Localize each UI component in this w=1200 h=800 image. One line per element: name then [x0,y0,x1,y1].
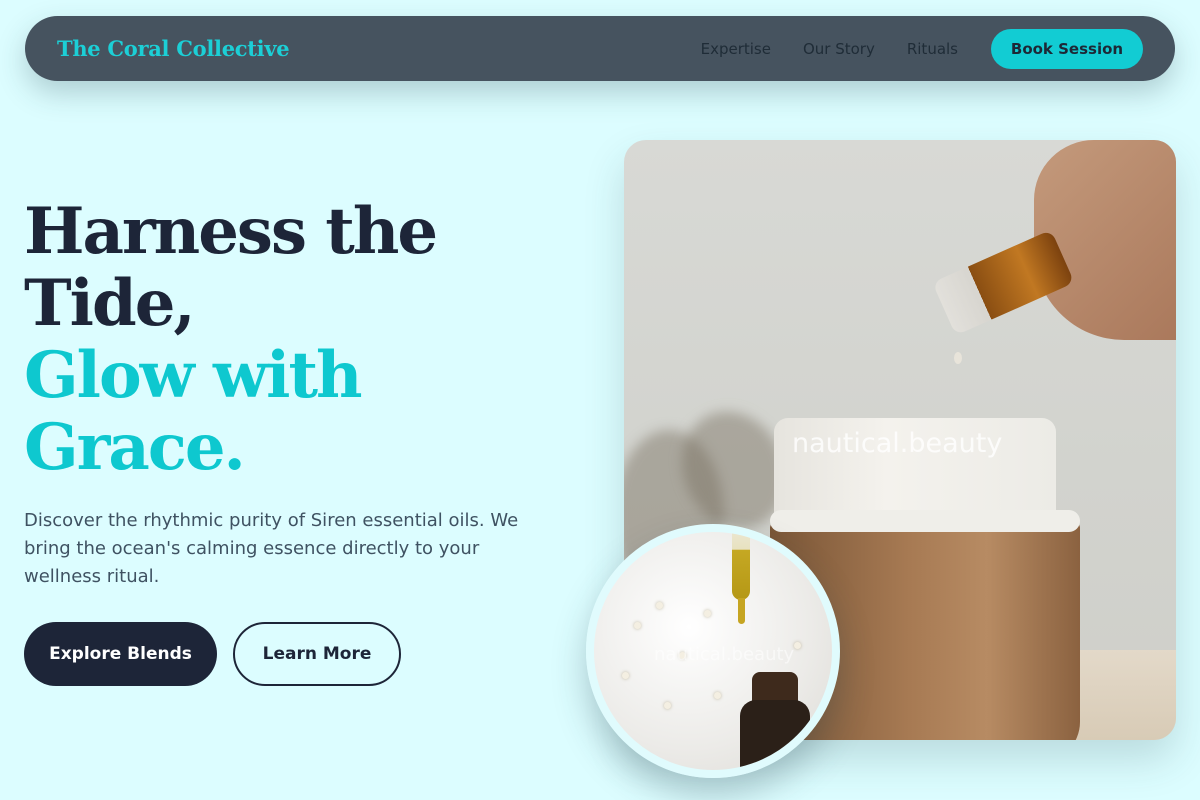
inset-watermark: nautical.beauty [654,644,795,665]
explore-blends-button[interactable]: Explore Blends [24,622,217,686]
navbar: The Coral Collective Expertise Our Story… [25,16,1175,81]
nav-link-rituals[interactable]: Rituals [907,40,958,58]
inset-photo-dropper: nautical.beauty [586,524,840,778]
hero-headline: Harness the Tide, Glow with Grace. [24,194,438,485]
flower-dot [704,610,711,617]
dropper-tip [738,598,745,624]
brand-logo[interactable]: The Coral Collective [57,36,290,61]
nav-menu: Expertise Our Story Rituals Book Session [701,28,1143,69]
diffuser-ring [770,510,1080,532]
oil-bottle [932,229,1075,336]
book-session-button[interactable]: Book Session [991,28,1143,69]
amber-bottle [740,700,810,770]
headline-line-2: Tide, [24,266,196,341]
oil-drop [954,352,962,364]
headline-line-1: Harness the [24,194,438,269]
flower-dot [656,602,663,609]
glass-dropper [732,532,750,600]
flower-dot [664,702,671,709]
headline-line-4: Grace. [24,410,246,485]
hero-description: Discover the rhythmic purity of Siren es… [24,510,519,587]
learn-more-button[interactable]: Learn More [233,622,401,686]
page: The Coral Collective Expertise Our Story… [0,0,1200,800]
image-watermark: nautical.beauty [792,428,1003,459]
nav-link-our-story[interactable]: Our Story [803,40,875,58]
flower-dot [622,672,629,679]
nav-link-expertise[interactable]: Expertise [701,40,771,58]
flower-dot [714,692,721,699]
headline-line-3: Glow with [24,338,363,413]
flower-dot [794,642,801,649]
flower-dot [634,622,641,629]
